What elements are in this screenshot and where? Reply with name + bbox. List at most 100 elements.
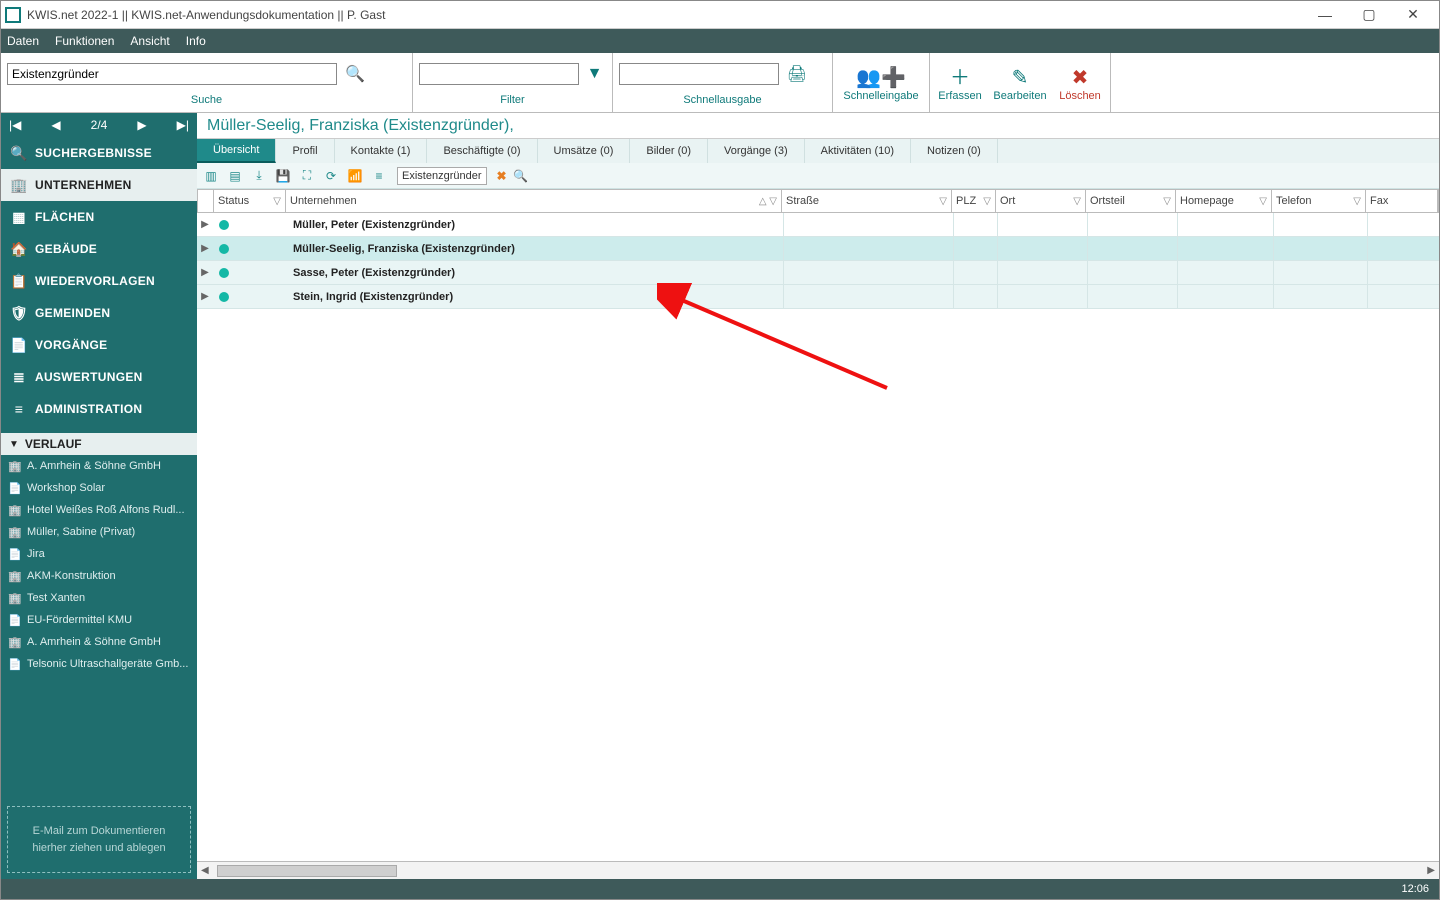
grid-rows: ▶ Müller, Peter (Existenzgründer) ▶ Müll… — [197, 213, 1439, 309]
col-plz[interactable]: PLZ▽ — [952, 190, 996, 212]
list-icon[interactable]: ≡ — [369, 166, 389, 186]
layout-icon[interactable]: ▤ — [225, 166, 245, 186]
tab-umsaetze[interactable]: Umsätze (0) — [538, 139, 631, 163]
sidebar-item-administration[interactable]: ≡ ADMINISTRATION — [1, 393, 197, 425]
table-row[interactable]: ▶ Sasse, Peter (Existenzgründer) — [197, 261, 1439, 285]
table-row[interactable]: ▶ Stein, Ingrid (Existenzgründer) — [197, 285, 1439, 309]
filter-icon[interactable]: ▽ — [1259, 196, 1267, 207]
filter-icon[interactable]: ▽ — [983, 196, 991, 207]
clear-filter-icon[interactable]: ✖ — [497, 169, 507, 183]
menu-funktionen[interactable]: Funktionen — [55, 34, 114, 48]
refresh-icon[interactable]: ⟳ — [321, 166, 341, 186]
verlauf-item[interactable]: 📄Jira — [1, 543, 197, 565]
window-title: KWIS.net 2022-1 || KWIS.net-Anwendungsdo… — [27, 8, 1303, 22]
filter-input[interactable] — [419, 63, 579, 85]
email-dropzone[interactable]: E-Mail zum Dokumentieren hierher ziehen … — [7, 806, 191, 873]
sidebar-item-label: GEBÄUDE — [35, 242, 97, 256]
verlauf-item[interactable]: 📄Workshop Solar — [1, 477, 197, 499]
tab-vorgaenge[interactable]: Vorgänge (3) — [708, 139, 805, 163]
chart-icon[interactable]: 📶 — [345, 166, 365, 186]
pager-last[interactable]: ▶| — [177, 118, 189, 132]
export-icon[interactable]: ⤓ — [249, 166, 269, 186]
process-icon: 📄 — [11, 337, 27, 353]
verlauf-item[interactable]: 📄Telsonic Ultraschallgeräte Gmb... — [1, 653, 197, 675]
pager-prev[interactable]: ◀ — [51, 118, 60, 132]
scroll-thumb[interactable] — [217, 865, 397, 877]
verlauf-item[interactable]: 📄EU-Fördermittel KMU — [1, 609, 197, 631]
filter-icon[interactable]: ▼ — [583, 60, 606, 88]
verlauf-text: Workshop Solar — [27, 482, 105, 494]
filter-icon[interactable]: ▽ — [1353, 196, 1361, 207]
filter-icon[interactable]: ▽ — [939, 196, 947, 207]
expand-icon[interactable]: ▶ — [197, 291, 213, 302]
sidebar-item-unternehmen[interactable]: 🏢 UNTERNEHMEN — [1, 169, 197, 201]
tab-bilder[interactable]: Bilder (0) — [630, 139, 708, 163]
close-button[interactable]: ✕ — [1391, 1, 1435, 29]
filter-icon[interactable]: ▽ — [273, 196, 281, 207]
sidebar-item-label: SUCHERGEBNISSE — [35, 146, 152, 160]
sort-filter-icon[interactable]: △ ▽ — [759, 196, 777, 207]
scroll-left-icon[interactable]: ◀ — [197, 865, 213, 876]
tab-notizen[interactable]: Notizen (0) — [911, 139, 998, 163]
verlauf-item[interactable]: 🏢Test Xanten — [1, 587, 197, 609]
search-input[interactable] — [7, 63, 337, 85]
verlauf-item[interactable]: 🏢Müller, Sabine (Privat) — [1, 521, 197, 543]
menu-info[interactable]: Info — [186, 34, 206, 48]
expand-icon[interactable]: ▶ — [197, 267, 213, 278]
verlauf-item[interactable]: 🏢A. Amrhein & Söhne GmbH — [1, 455, 197, 477]
bearbeiten-button[interactable]: ✎ Bearbeiten — [990, 53, 1050, 112]
tab-profil[interactable]: Profil — [276, 139, 334, 163]
col-homepage[interactable]: Homepage▽ — [1176, 190, 1272, 212]
col-strasse[interactable]: Straße▽ — [782, 190, 952, 212]
col-status[interactable]: Status▽ — [214, 190, 286, 212]
plus-icon: ＋ — [950, 68, 970, 88]
menu-ansicht[interactable]: Ansicht — [130, 34, 169, 48]
schnellausgabe-input[interactable] — [619, 63, 779, 85]
filter-icon[interactable]: ▽ — [1163, 196, 1171, 207]
fullscreen-icon[interactable]: ⛶ — [297, 166, 317, 186]
maximize-button[interactable]: ▢ — [1347, 1, 1391, 29]
sidebar-item-gebaeude[interactable]: 🏠 GEBÄUDE — [1, 233, 197, 265]
pager-first[interactable]: |◀ — [9, 118, 21, 132]
filter-icon[interactable]: ▽ — [1073, 196, 1081, 207]
col-ort[interactable]: Ort▽ — [996, 190, 1086, 212]
tab-aktivitaeten[interactable]: Aktivitäten (10) — [805, 139, 911, 163]
sidebar-item-wiedervorlagen[interactable]: 📋 WIEDERVORLAGEN — [1, 265, 197, 297]
erfassen-button[interactable]: ＋ Erfassen — [930, 53, 990, 112]
expand-icon[interactable]: ▶ — [197, 243, 213, 254]
tab-kontakte[interactable]: Kontakte (1) — [335, 139, 428, 163]
verlauf-item[interactable]: 🏢A. Amrhein & Söhne GmbH — [1, 631, 197, 653]
sidebar-item-vorgaenge[interactable]: 📄 VORGÄNGE — [1, 329, 197, 361]
verlauf-header[interactable]: ▼ VERLAUF — [1, 433, 197, 455]
sidebar-item-gemeinden[interactable]: 🛡 GEMEINDEN — [1, 297, 197, 329]
col-fax[interactable]: Fax — [1366, 190, 1438, 212]
schnelleingabe-button[interactable]: 👥➕ Schnelleingabe — [833, 53, 929, 112]
print-icon[interactable]: 🖨 — [783, 60, 811, 88]
col-unternehmen[interactable]: Unternehmen△ ▽ — [286, 190, 782, 212]
verlauf-text: AKM-Konstruktion — [27, 570, 116, 582]
loeschen-button[interactable]: ✖ Löschen — [1050, 53, 1110, 112]
columns-icon[interactable]: ▥ — [201, 166, 221, 186]
search-icon[interactable]: 🔍 — [341, 60, 369, 88]
mini-search-icon[interactable]: 🔍 — [511, 166, 531, 186]
col-ortsteil[interactable]: Ortsteil▽ — [1086, 190, 1176, 212]
menu-daten[interactable]: Daten — [7, 34, 39, 48]
building-icon: 🏢 — [9, 570, 21, 582]
verlauf-item[interactable]: 🏢Hotel Weißes Roß Alfons Rudl... — [1, 499, 197, 521]
minimize-button[interactable]: — — [1303, 1, 1347, 29]
verlauf-item[interactable]: 🏢 AKM-Konstruktion — [1, 565, 197, 587]
scroll-right-icon[interactable]: ▶ — [1423, 865, 1439, 876]
expand-icon[interactable]: ▶ — [197, 219, 213, 230]
sidebar-item-auswertungen[interactable]: ≣ AUSWERTUNGEN — [1, 361, 197, 393]
save-layout-icon[interactable]: 💾 — [273, 166, 293, 186]
horizontal-scrollbar[interactable]: ◀ ▶ — [197, 861, 1439, 879]
table-row[interactable]: ▶ Müller, Peter (Existenzgründer) — [197, 213, 1439, 237]
tab-beschaeftigte[interactable]: Beschäftigte (0) — [427, 139, 537, 163]
sidebar-item-flaechen[interactable]: ▦ FLÄCHEN — [1, 201, 197, 233]
col-telefon[interactable]: Telefon▽ — [1272, 190, 1366, 212]
pager-next[interactable]: ▶ — [137, 118, 146, 132]
sidebar-item-suchergebnisse[interactable]: 🔍 SUCHERGEBNISSE — [1, 137, 197, 169]
active-filter-chip[interactable]: Existenzgründer — [397, 167, 487, 185]
tab-uebersicht[interactable]: Übersicht — [197, 139, 276, 163]
table-row[interactable]: ▶ Müller-Seelig, Franziska (Existenzgrün… — [197, 237, 1439, 261]
